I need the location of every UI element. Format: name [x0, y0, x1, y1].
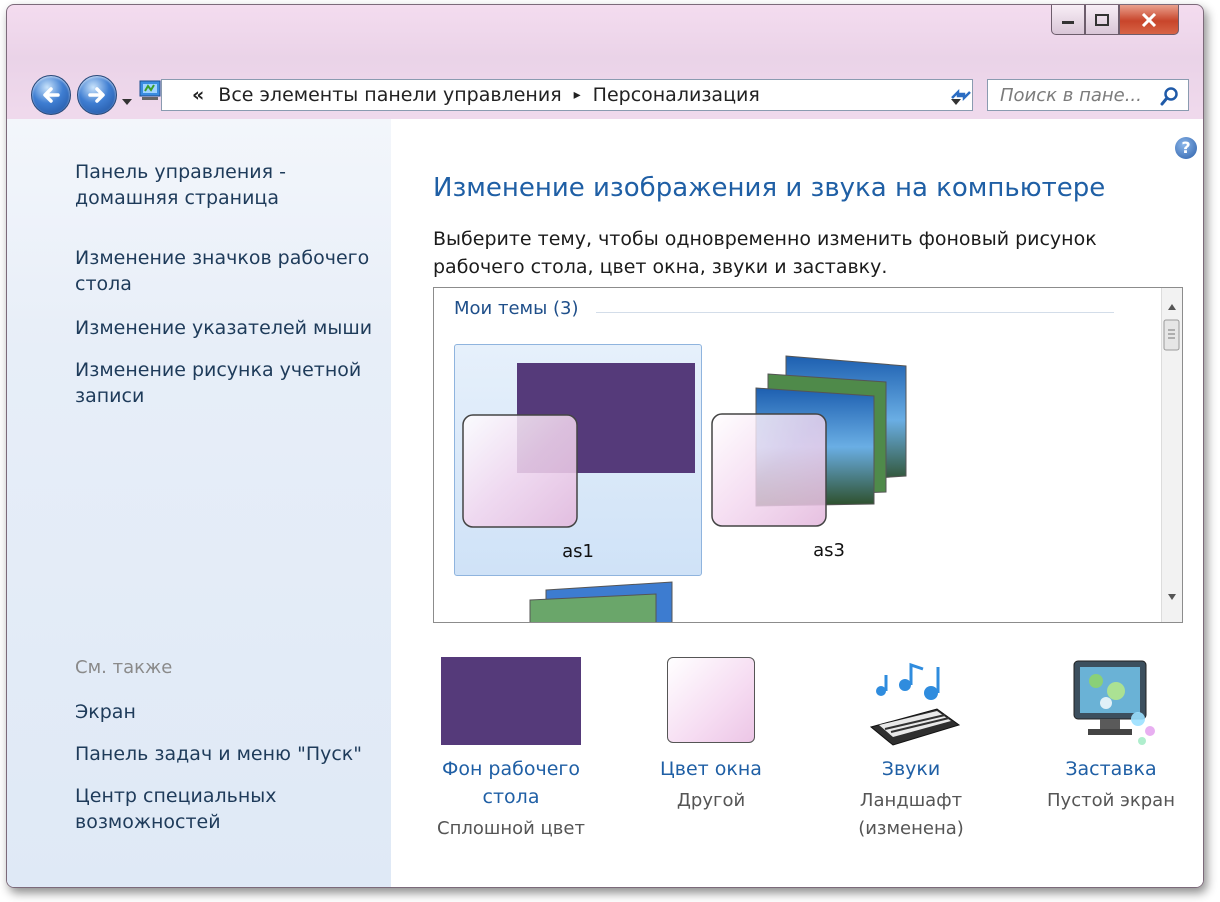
theme-as1[interactable]: as1	[454, 344, 702, 576]
personalization-window: « Все элементы панели управления ▸ Персо…	[6, 4, 1204, 888]
themes-list: Мои темы (3) as1 as3	[433, 287, 1183, 623]
maximize-button[interactable]	[1085, 5, 1119, 35]
control-panel-icon	[139, 79, 161, 105]
theme-as1-label: as1	[562, 541, 594, 562]
see-also-ease-of-access[interactable]: Центр специальных возможностей	[75, 783, 277, 835]
desktop-background-icon	[441, 657, 581, 745]
theme-settings: Фон рабочего стола Сплошной цвет Цвет ок…	[421, 657, 1201, 877]
page-title: Изменение изображения и звука на компьют…	[433, 173, 1106, 203]
back-button[interactable]	[31, 75, 71, 115]
sidebar-link-mouse-pointers[interactable]: Изменение указателей мыши	[75, 315, 372, 341]
theme-as3[interactable]: as3	[706, 344, 952, 574]
see-also-heading: См. также	[75, 657, 173, 678]
sounds-value: Ландшафт (изменена)	[858, 790, 964, 839]
back-arrow-icon	[43, 87, 60, 103]
search-icon[interactable]	[1160, 86, 1180, 106]
window-color-icon	[667, 657, 755, 743]
desktop-background-setting[interactable]: Фон рабочего стола Сплошной цвет	[421, 657, 601, 843]
see-also-display[interactable]: Экран	[75, 699, 136, 725]
sidebar-link-account-picture[interactable]: Изменение рисунка учетной записи	[75, 357, 361, 409]
window-color-setting[interactable]: Цвет окна Другой	[621, 657, 801, 815]
chevron-down-icon	[122, 99, 132, 105]
scroll-thumb	[1163, 319, 1180, 351]
main-content: ? Изменение изображения и звука на компь…	[391, 119, 1203, 887]
group-divider	[596, 312, 1114, 313]
scroll-down-icon	[1168, 594, 1176, 600]
screensaver-setting[interactable]: Заставка Пустой экран	[1021, 657, 1201, 815]
close-button[interactable]	[1119, 5, 1179, 35]
navigation-bar: « Все элементы панели управления ▸ Персо…	[21, 69, 1191, 119]
address-bar[interactable]: « Все элементы панели управления ▸ Персо…	[161, 79, 973, 111]
see-also-taskbar-start-menu[interactable]: Панель задач и меню "Пуск"	[75, 741, 362, 767]
sounds-icon	[869, 662, 961, 746]
sounds-setting[interactable]: Звуки Ландшафт (изменена)	[821, 657, 1001, 843]
breadcrumb-separator-icon[interactable]: ▸	[574, 87, 581, 103]
screensaver-link[interactable]: Заставка	[1021, 755, 1201, 783]
search-box[interactable]: Поиск в пане...	[987, 79, 1189, 111]
theme-as3-preview	[711, 355, 907, 527]
sounds-link[interactable]: Звуки	[821, 755, 1001, 783]
breadcrumb-all-items[interactable]: Все элементы панели управления	[218, 84, 561, 106]
sidebar-link-desktop-icons[interactable]: Изменение значков рабочего стола	[75, 245, 369, 297]
close-icon	[1141, 12, 1157, 27]
window-color-link[interactable]: Цвет окна	[621, 755, 801, 783]
page-description: Выберите тему, чтобы одновременно измени…	[433, 228, 1097, 278]
theme-as3-label: as3	[813, 540, 845, 561]
address-overflow-chevron[interactable]: «	[192, 84, 204, 106]
scrollbar-graphics	[1163, 304, 1180, 600]
minimize-button[interactable]	[1051, 5, 1085, 35]
help-icon: ?	[1181, 138, 1191, 157]
search-placeholder[interactable]: Поиск в пане...	[1000, 85, 1142, 106]
screensaver-icon	[1073, 660, 1155, 745]
scroll-up-icon	[1168, 304, 1176, 310]
my-themes-group-label: Мои темы (3)	[454, 298, 579, 319]
refresh-button[interactable]	[949, 83, 973, 111]
recent-pages-dropdown[interactable]	[121, 91, 133, 110]
desktop-background-link[interactable]: Фон рабочего стола	[421, 755, 601, 811]
forward-button[interactable]	[77, 75, 117, 115]
theme-row2-preview[interactable]	[526, 580, 686, 623]
theme-as1-preview	[462, 363, 695, 528]
forward-arrow-icon	[88, 87, 105, 103]
sidebar: Панель управления - домашняя страница Из…	[7, 119, 391, 887]
screensaver-value: Пустой экран	[1047, 790, 1175, 811]
window-caption-buttons	[1051, 5, 1179, 35]
minimize-icon	[1062, 20, 1074, 24]
window-color-value: Другой	[676, 790, 746, 811]
themes-scrollbar[interactable]	[1161, 288, 1182, 622]
sidebar-link-control-panel-home[interactable]: Панель управления - домашняя страница	[75, 159, 286, 211]
refresh-icon	[951, 88, 971, 102]
help-button[interactable]: ?	[1175, 137, 1197, 159]
maximize-icon	[1095, 13, 1109, 26]
desktop-background-value: Сплошной цвет	[437, 818, 585, 839]
breadcrumb-personalization[interactable]: Персонализация	[593, 84, 760, 106]
